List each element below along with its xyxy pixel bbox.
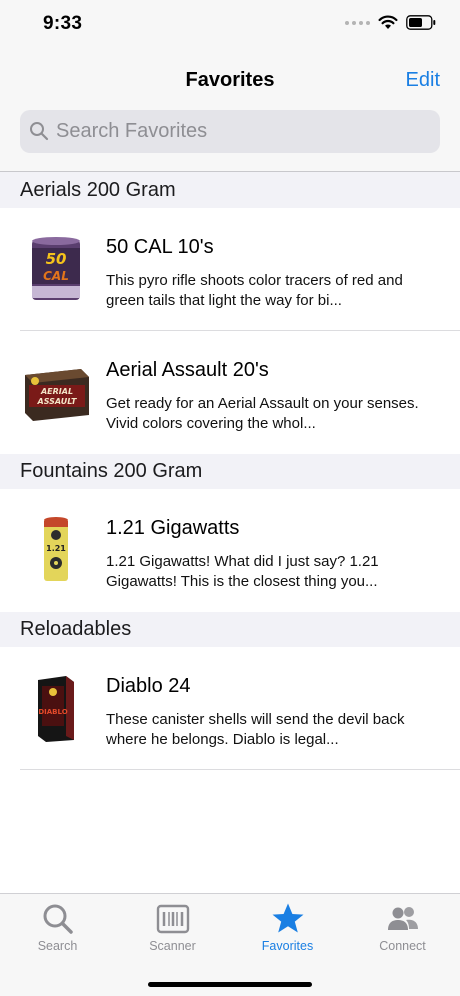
- svg-text:CAL: CAL: [43, 269, 69, 283]
- tab-search[interactable]: Search: [0, 894, 115, 956]
- item-title: Diablo 24: [106, 675, 191, 697]
- tab-label: Search: [37, 939, 78, 953]
- home-indicator: [148, 982, 312, 987]
- barcode-scanner-icon: [156, 904, 190, 934]
- tab-bar: Search Scanner Favorites Connect: [0, 893, 460, 996]
- search-input[interactable]: Search Favorites: [20, 110, 440, 153]
- item-title: 50 CAL 10's: [106, 236, 214, 258]
- section-header-aerials: Aerials 200 Gram: [0, 173, 460, 208]
- row-divider: [20, 769, 460, 770]
- product-thumbnail: 50 CAL: [20, 232, 92, 306]
- status-bar: 9:33: [0, 0, 460, 50]
- product-thumbnail: DIABLO: [20, 671, 92, 745]
- tab-label: Favorites: [261, 939, 314, 953]
- search-icon: [30, 122, 49, 141]
- search-container: Search Favorites: [0, 110, 460, 172]
- list-item-1-21-gigawatts[interactable]: 1.21 1.21 Gigawatts 1.21 Gigawatts! What…: [0, 489, 460, 612]
- item-description: 1.21 Gigawatts! What did I just say? 1.2…: [106, 553, 379, 590]
- product-thumbnail: AERIAL ASSAULT: [20, 355, 92, 429]
- svg-text:AERIAL: AERIAL: [40, 387, 73, 396]
- magnifier-icon: [43, 904, 73, 934]
- page-title: Favorites: [185, 69, 275, 91]
- navigation-bar: Favorites Edit: [0, 50, 460, 110]
- item-title: 1.21 Gigawatts: [106, 517, 240, 539]
- product-thumbnail: 1.21: [20, 513, 92, 587]
- item-title: Aerial Assault 20's: [106, 359, 269, 381]
- section-header-fountains: Fountains 200 Gram: [0, 454, 460, 489]
- status-time: 9:33: [43, 13, 83, 34]
- tab-connect[interactable]: Connect: [345, 894, 460, 956]
- tab-label: Scanner: [149, 939, 196, 953]
- item-description: These canister shells will send the devi…: [106, 711, 405, 748]
- tab-favorites[interactable]: Favorites: [230, 894, 345, 956]
- svg-text:DIABLO: DIABLO: [38, 708, 67, 716]
- tab-scanner[interactable]: Scanner: [115, 894, 230, 956]
- list-item-diablo-24[interactable]: DIABLO Diablo 24 These canister shells w…: [0, 647, 460, 770]
- cellular-signal-icon: [345, 20, 370, 25]
- item-description: This pyro rifle shoots color tracers of …: [106, 272, 403, 309]
- people-icon: [388, 907, 418, 930]
- list-item-aerial-assault[interactable]: AERIAL ASSAULT Aerial Assault 20's Get r…: [0, 331, 460, 454]
- section-header-reloadables: Reloadables: [0, 612, 460, 647]
- svg-text:1.21: 1.21: [46, 544, 66, 553]
- list-item-50-cal[interactable]: 50 CAL 50 CAL 10's This pyro rifle shoot…: [0, 208, 460, 331]
- battery-icon: [406, 15, 436, 30]
- item-description: Get ready for an Aerial Assault on your …: [106, 395, 419, 432]
- favorites-list: Aerials 200 Gram 50 CAL 50 CAL 10's This…: [0, 173, 460, 893]
- tab-label: Connect: [379, 939, 426, 953]
- wifi-icon: [378, 15, 398, 29]
- search-placeholder: Search Favorites: [56, 120, 208, 142]
- status-icons: [345, 15, 436, 30]
- star-icon: [272, 903, 304, 933]
- svg-text:50: 50: [46, 250, 67, 268]
- edit-button[interactable]: Edit: [406, 69, 440, 92]
- svg-text:ASSAULT: ASSAULT: [37, 397, 78, 406]
